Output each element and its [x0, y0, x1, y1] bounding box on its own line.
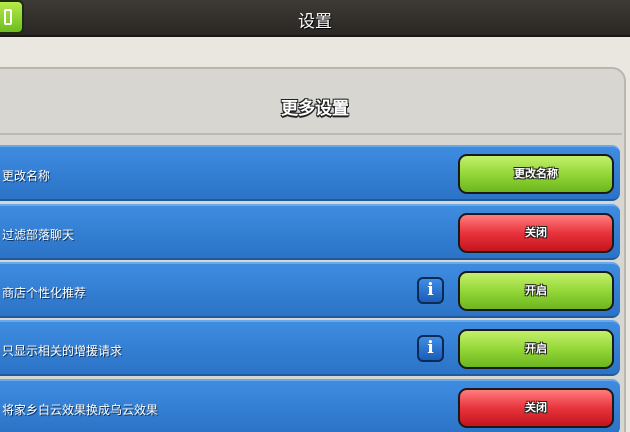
rename-button[interactable]: 更改名称: [458, 154, 614, 194]
info-icon[interactable]: i: [417, 277, 444, 304]
setting-label: 商店个性化推荐: [2, 286, 87, 300]
page-title: 设置: [298, 12, 332, 32]
shop-recommend-toggle[interactable]: 开启: [458, 271, 614, 311]
setting-label: 更改名称: [2, 169, 51, 183]
info-icon[interactable]: i: [417, 335, 444, 362]
top-bar: 设置: [0, 0, 630, 37]
panel-title: 更多设置: [281, 99, 349, 119]
setting-row-clan-chat-filter: 过滤部落聊天 关闭: [0, 204, 620, 260]
setting-row-reinforcement: 只显示相关的增援请求 i 开启: [0, 320, 620, 376]
setting-label: 将家乡白云效果换成乌云效果: [2, 403, 159, 417]
setting-row-rename: 更改名称 更改名称: [0, 145, 620, 201]
setting-label: 只显示相关的增援请求: [2, 344, 123, 358]
setting-row-shop-recommend: 商店个性化推荐 i 开启: [0, 262, 620, 318]
cloud-effect-toggle[interactable]: 关闭: [458, 388, 614, 428]
divider: [0, 133, 622, 135]
reinforcement-toggle[interactable]: 开启: [458, 329, 614, 369]
setting-label: 过滤部落聊天: [2, 228, 75, 242]
setting-row-cloud-effect: 将家乡白云效果换成乌云效果 关闭: [0, 379, 620, 432]
clan-chat-filter-toggle[interactable]: 关闭: [458, 213, 614, 253]
